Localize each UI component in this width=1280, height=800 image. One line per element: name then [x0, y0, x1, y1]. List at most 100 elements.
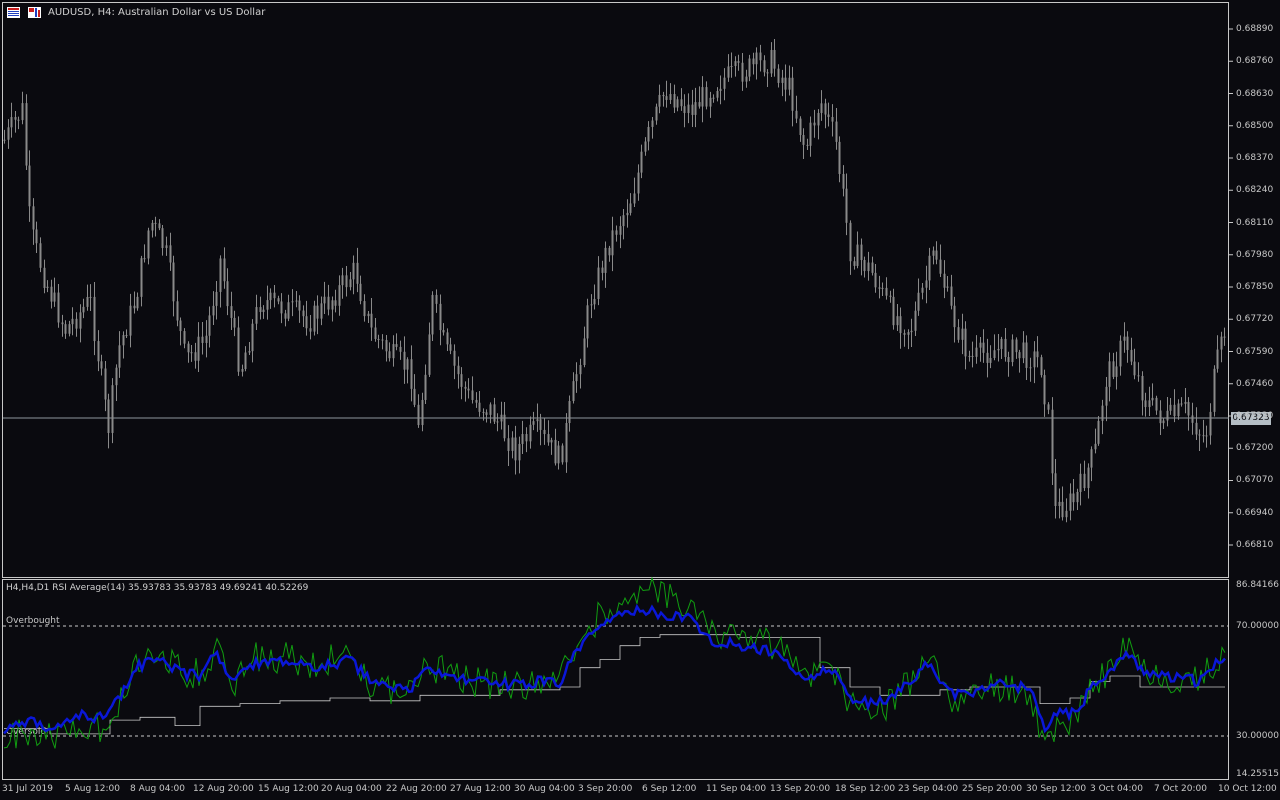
- candle-body: [1004, 338, 1007, 358]
- candle-body: [586, 305, 589, 339]
- candle-body: [565, 423, 568, 463]
- candle-body: [896, 316, 899, 326]
- candle-body: [1169, 404, 1172, 411]
- candle-body: [392, 344, 395, 359]
- candle-body: [280, 301, 283, 314]
- candle-body: [417, 404, 420, 426]
- candle-body: [737, 61, 740, 63]
- candle-body: [842, 173, 845, 189]
- price-tick-label: 0.67850: [1236, 282, 1274, 292]
- candle-body: [1180, 403, 1183, 405]
- candle-body: [935, 250, 938, 260]
- candle-body: [1123, 336, 1126, 341]
- candle-body: [1083, 473, 1086, 489]
- candle-body: [205, 335, 208, 343]
- candle-body: [179, 320, 182, 332]
- price-tick-label: 0.67460: [1236, 379, 1274, 389]
- candle-body: [143, 258, 146, 260]
- candle-body: [719, 88, 722, 91]
- candle-body: [356, 262, 359, 284]
- candle-body: [118, 345, 121, 368]
- candle-body: [377, 338, 380, 340]
- candle-body: [381, 339, 384, 341]
- candle-body: [370, 313, 373, 328]
- candle-body: [53, 292, 56, 302]
- candle-body: [518, 443, 521, 461]
- candle-body: [129, 305, 132, 336]
- candle-body: [97, 341, 100, 362]
- candle-body: [590, 304, 593, 306]
- candle-body: [1061, 501, 1064, 518]
- candle-body: [712, 97, 715, 99]
- candle-body: [165, 245, 168, 249]
- candle-body: [925, 280, 928, 288]
- candle-body: [1130, 349, 1133, 362]
- candle-body: [853, 261, 856, 266]
- candle-body: [921, 287, 924, 293]
- candle-body: [1007, 357, 1010, 363]
- candle-body: [575, 374, 578, 382]
- candle-body: [57, 292, 60, 323]
- candle-body: [579, 365, 582, 375]
- candle-body: [622, 215, 625, 227]
- candle-body: [593, 298, 596, 305]
- candle-body: [525, 434, 528, 442]
- candle-body: [17, 119, 20, 121]
- price-tick-label: 0.67070: [1236, 475, 1274, 485]
- candle-body: [442, 330, 445, 333]
- candle-body: [964, 328, 967, 357]
- candle-body: [219, 258, 222, 292]
- candle-body: [1079, 473, 1082, 492]
- candle-body: [338, 285, 341, 306]
- candle-body: [748, 58, 751, 77]
- candle-body: [881, 287, 884, 289]
- candle-body: [910, 330, 913, 333]
- candle-body: [521, 434, 524, 444]
- candle-body: [1202, 435, 1205, 437]
- candle-body: [345, 275, 348, 288]
- candle-body: [489, 404, 492, 415]
- candle-body: [46, 286, 49, 288]
- candle-body: [259, 307, 262, 312]
- candle-body: [619, 226, 622, 235]
- candle-body: [1108, 361, 1111, 387]
- price-tick-label: 0.68110: [1236, 218, 1274, 228]
- candle-body: [190, 352, 193, 354]
- candle-body: [453, 350, 456, 366]
- candle-body: [982, 342, 985, 353]
- candle-body: [298, 300, 301, 311]
- candle-body: [644, 141, 647, 152]
- mt-chart-window[interactable]: AUDUSD, H4: Australian Dollar vs US Doll…: [0, 0, 1280, 800]
- candle-body: [763, 60, 766, 73]
- candle-body: [75, 318, 78, 329]
- candle-body: [943, 273, 946, 288]
- candle-body: [28, 165, 31, 207]
- candle-body: [845, 188, 848, 223]
- candle-body: [1166, 410, 1169, 421]
- candle-body: [961, 328, 964, 340]
- candle-body: [1105, 386, 1108, 406]
- candle-body: [1054, 473, 1057, 507]
- candle-body: [907, 332, 910, 335]
- candle-body: [694, 102, 697, 115]
- candle-body: [698, 102, 701, 107]
- candle-body: [50, 286, 53, 302]
- candle-body: [104, 368, 107, 400]
- candle-body: [1022, 342, 1025, 359]
- candle-body: [323, 296, 326, 304]
- candle-body: [1187, 401, 1190, 416]
- candle-body: [421, 399, 424, 426]
- candle-body: [683, 106, 686, 114]
- candle-body: [608, 247, 611, 256]
- candle-body: [863, 260, 866, 272]
- candle-body: [1051, 409, 1054, 474]
- candle-body: [428, 334, 431, 375]
- candle-body: [773, 49, 776, 69]
- candle-body: [212, 305, 215, 316]
- candle-body: [266, 300, 269, 310]
- candle-body: [406, 359, 409, 370]
- candle-body: [680, 99, 683, 107]
- candle-body: [1033, 351, 1036, 368]
- candle-body: [968, 355, 971, 357]
- candle-body: [939, 259, 942, 274]
